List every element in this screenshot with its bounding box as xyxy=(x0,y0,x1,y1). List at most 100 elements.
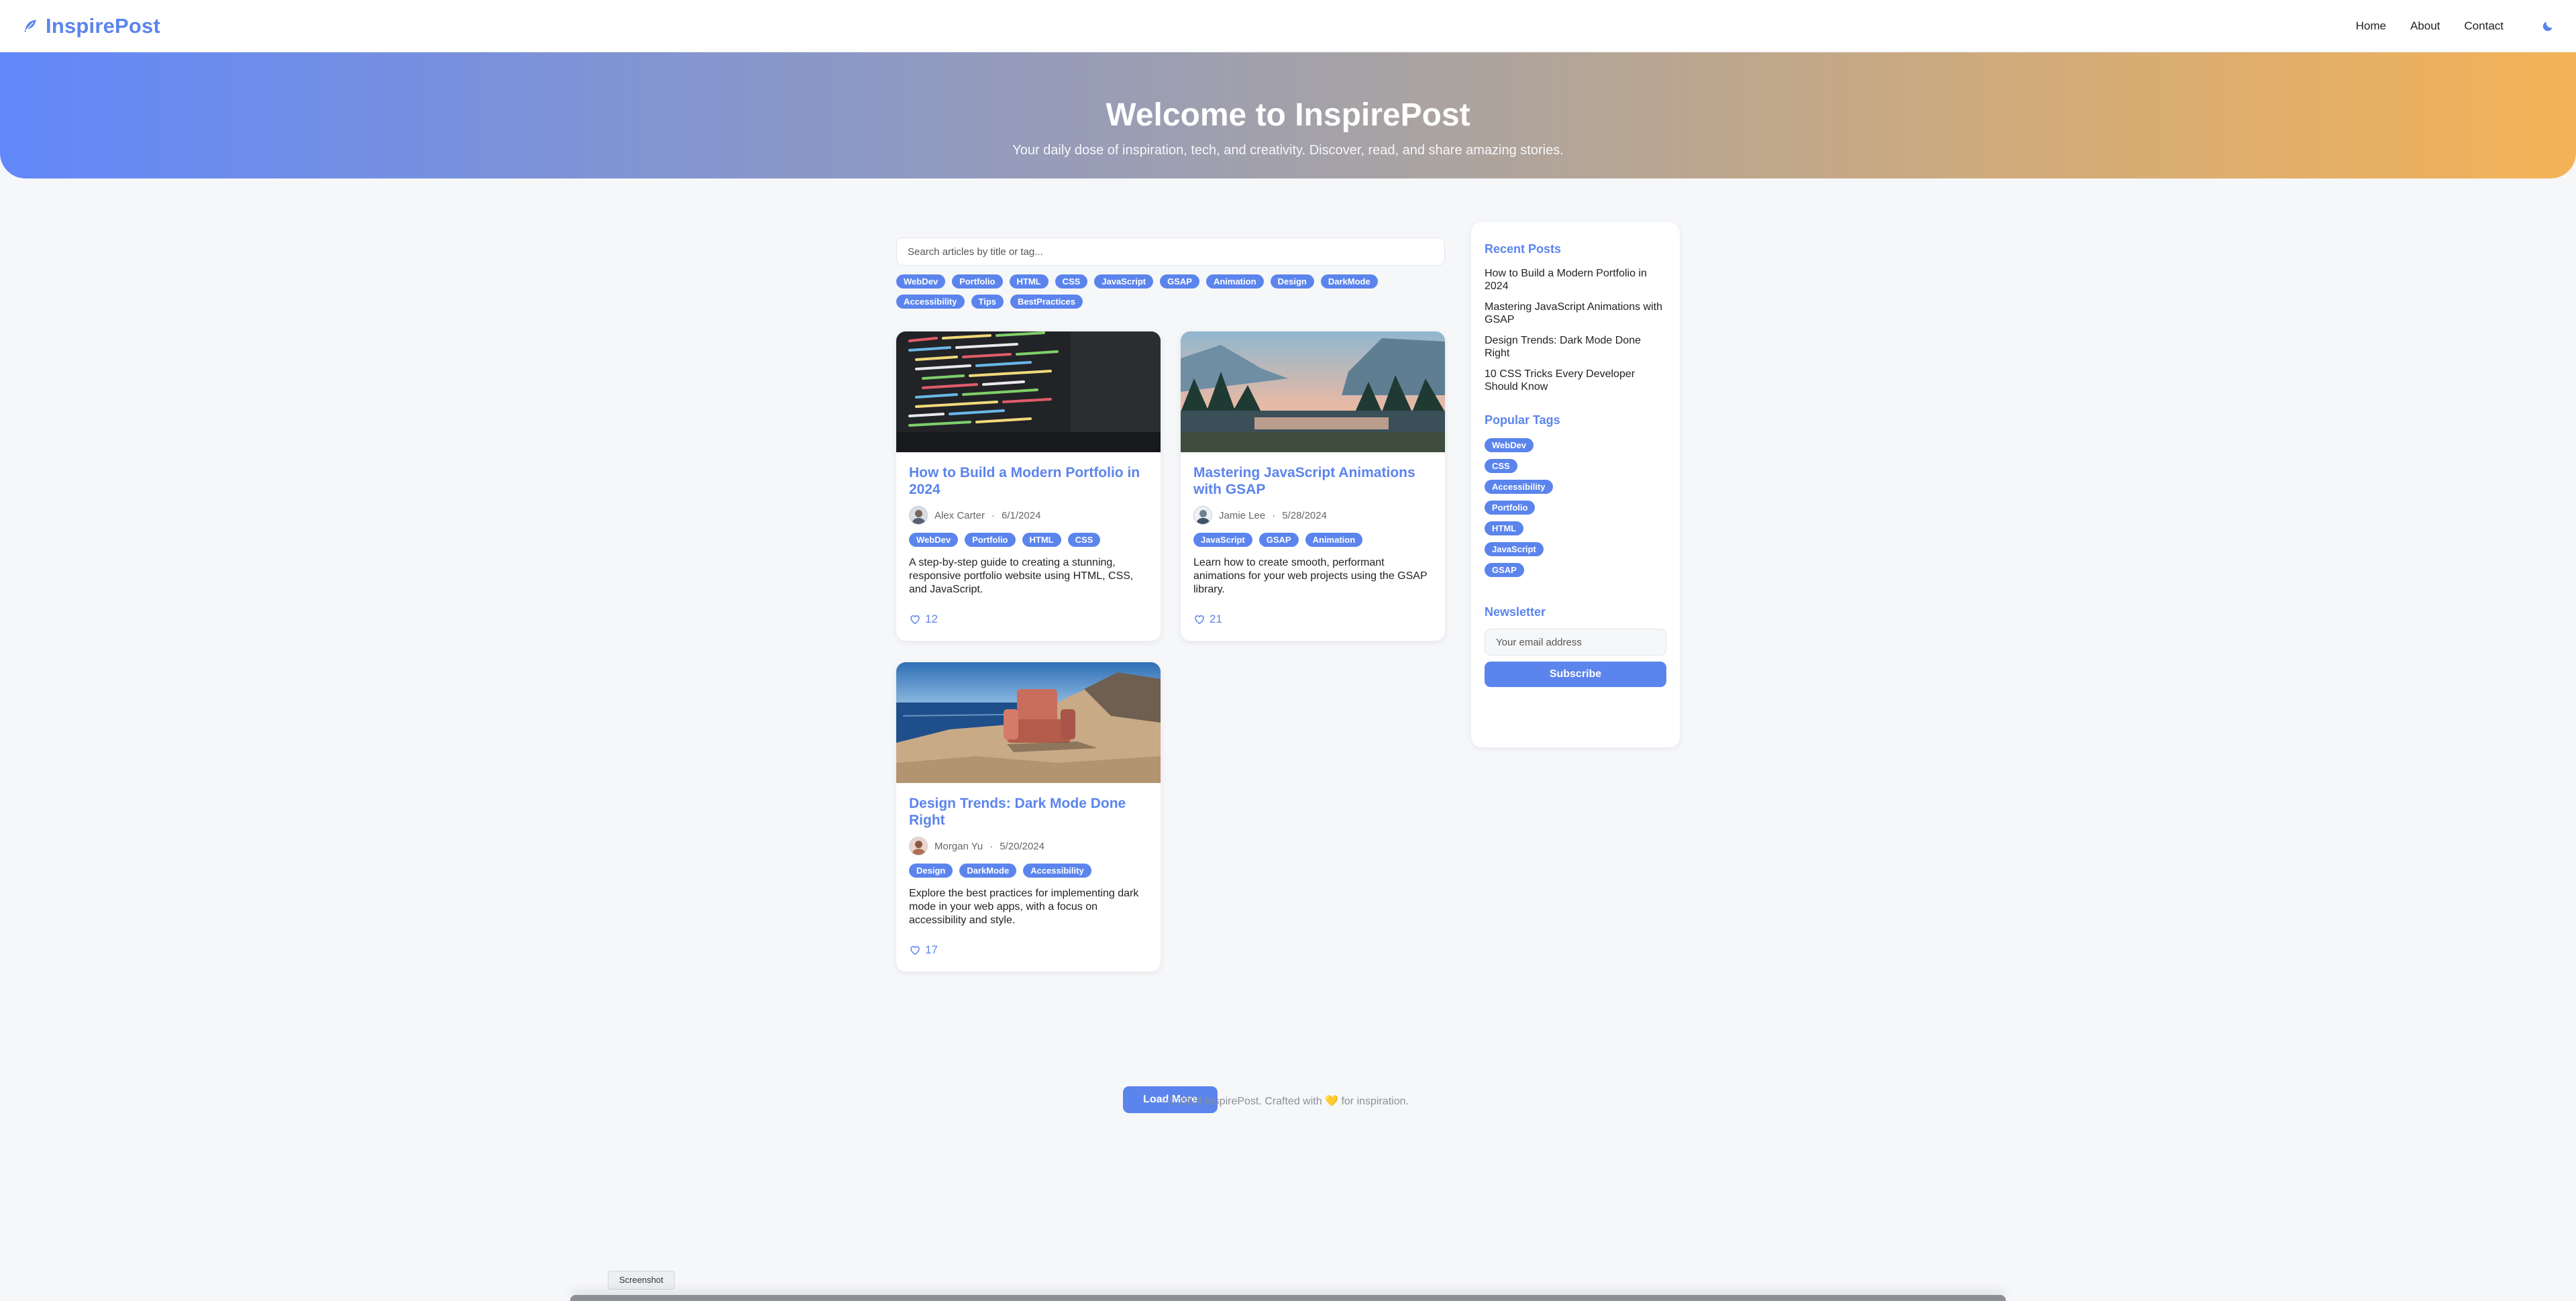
main-content: WebDev Portfolio HTML CSS JavaScript GSA… xyxy=(896,238,1445,1113)
filter-tag-bestpractices[interactable]: BestPractices xyxy=(1010,295,1083,309)
author-avatar xyxy=(909,506,928,525)
hero-banner: Welcome to InspirePost Your daily dose o… xyxy=(0,52,2576,178)
post-title[interactable]: Design Trends: Dark Mode Done Right xyxy=(909,795,1148,829)
post-title[interactable]: How to Build a Modern Portfolio in 2024 xyxy=(909,464,1148,498)
filter-tag-portfolio[interactable]: Portfolio xyxy=(952,274,1003,289)
filter-tag-accessibility[interactable]: Accessibility xyxy=(896,295,965,309)
popular-tag[interactable]: GSAP xyxy=(1485,563,1524,577)
post-grid: How to Build a Modern Portfolio in 2024 … xyxy=(896,331,1445,1113)
subscribe-button[interactable]: Subscribe xyxy=(1485,662,1666,687)
popular-tag[interactable]: Accessibility xyxy=(1485,480,1553,494)
like-count: 21 xyxy=(1210,613,1222,625)
filter-tag-tips[interactable]: Tips xyxy=(971,295,1004,309)
like-count: 17 xyxy=(925,943,938,956)
armchair-seaside-photo xyxy=(896,662,1161,783)
nav-home-link[interactable]: Home xyxy=(2356,19,2386,33)
post-excerpt: Learn how to create smooth, performant a… xyxy=(1193,557,1428,595)
meta-separator: · xyxy=(1272,509,1276,521)
post-tag-list: JavaScript GSAP Animation xyxy=(1193,533,1432,547)
author-name: Jamie Lee xyxy=(1219,509,1266,521)
post-date: 5/20/2024 xyxy=(1000,840,1045,852)
feather-icon xyxy=(24,19,37,32)
post-meta: Alex Carter · 6/1/2024 xyxy=(909,506,1148,525)
post-tag[interactable]: Portfolio xyxy=(965,533,1016,547)
popular-tag[interactable]: HTML xyxy=(1485,521,1524,535)
post-excerpt: A step-by-step guide to creating a stunn… xyxy=(909,557,1134,595)
newsletter-title: Newsletter xyxy=(1485,605,1546,619)
popular-tag[interactable]: WebDev xyxy=(1485,438,1534,452)
heart-icon xyxy=(910,615,920,625)
like-count: 12 xyxy=(925,613,938,625)
filter-tag-animation[interactable]: Animation xyxy=(1205,274,1264,289)
filter-tag-design[interactable]: Design xyxy=(1270,274,1314,289)
like-button[interactable]: 21 xyxy=(1193,613,1432,626)
popular-tag[interactable]: Portfolio xyxy=(1485,501,1536,515)
top-navbar: InspirePost Home About Contact xyxy=(0,0,2576,52)
screenshot-tool-bar xyxy=(570,1295,2006,1301)
post-tag[interactable]: Design xyxy=(909,864,953,878)
author-avatar xyxy=(1193,506,1212,525)
site-footer: © 2024 InspirePost. Crafted with 💛 for i… xyxy=(0,1094,2576,1108)
author-name: Alex Carter xyxy=(934,509,985,521)
logo-text: InspirePost xyxy=(46,13,161,38)
post-tag-list: Design DarkMode Accessibility xyxy=(909,864,1148,878)
recent-post-link[interactable]: 10 CSS Tricks Every Developer Should Kno… xyxy=(1485,368,1666,393)
heart-icon xyxy=(910,946,920,955)
post-tag[interactable]: JavaScript xyxy=(1193,533,1252,547)
filter-tag-webdev[interactable]: WebDev xyxy=(896,274,946,289)
filter-tag-list: WebDev Portfolio HTML CSS JavaScript GSA… xyxy=(896,274,1445,309)
footer-text: © 2024 InspirePost. Crafted with xyxy=(1167,1096,1322,1107)
search-input[interactable] xyxy=(896,238,1445,266)
popular-tags-title: Popular Tags xyxy=(1485,413,1560,427)
recent-post-link[interactable]: Design Trends: Dark Mode Done Right xyxy=(1485,334,1666,360)
like-button[interactable]: 12 xyxy=(909,613,1148,626)
post-tag[interactable]: HTML xyxy=(1022,533,1061,547)
heart-emoji-icon: 💛 xyxy=(1325,1096,1338,1107)
post-title[interactable]: Mastering JavaScript Animations with GSA… xyxy=(1193,464,1432,498)
moon-icon xyxy=(2542,21,2553,31)
hero-subtitle: Your daily dose of inspiration, tech, an… xyxy=(1012,143,1564,158)
theme-toggle-button[interactable] xyxy=(2541,19,2555,33)
popular-tag[interactable]: CSS xyxy=(1485,459,1517,473)
recent-post-link[interactable]: How to Build a Modern Portfolio in 2024 xyxy=(1485,267,1666,293)
popular-tag[interactable]: JavaScript xyxy=(1485,542,1544,556)
screenshot-tool-label[interactable]: Screenshot xyxy=(608,1271,675,1290)
meta-separator: · xyxy=(991,509,996,521)
like-button[interactable]: 17 xyxy=(909,943,1148,957)
recent-posts-title: Recent Posts xyxy=(1485,242,1562,256)
popular-tag-list: WebDev CSS Accessibility Portfolio HTML … xyxy=(1485,438,1666,577)
post-tag[interactable]: GSAP xyxy=(1258,533,1299,547)
author-avatar xyxy=(909,837,928,855)
filter-tag-css[interactable]: CSS xyxy=(1055,274,1088,289)
post-date: 5/28/2024 xyxy=(1282,509,1327,521)
filter-tag-darkmode[interactable]: DarkMode xyxy=(1320,274,1378,289)
post-card[interactable]: Mastering JavaScript Animations with GSA… xyxy=(1181,331,1445,641)
main-nav: Home About Contact xyxy=(2356,19,2555,33)
post-tag[interactable]: Animation xyxy=(1305,533,1363,547)
hero-title: Welcome to InspirePost xyxy=(1106,97,1470,133)
sidebar: Recent Posts How to Build a Modern Portf… xyxy=(1471,222,1680,747)
post-meta: Morgan Yu · 5/20/2024 xyxy=(909,837,1148,855)
post-card[interactable]: Design Trends: Dark Mode Done Right Morg… xyxy=(896,662,1161,972)
meta-separator: · xyxy=(989,840,994,852)
heart-icon xyxy=(1195,615,1204,625)
newsletter-email-field[interactable] xyxy=(1485,629,1666,656)
footer-text-end: for inspiration. xyxy=(1341,1096,1409,1107)
filter-tag-gsap[interactable]: GSAP xyxy=(1160,274,1199,289)
recent-posts-list: How to Build a Modern Portfolio in 2024 … xyxy=(1485,267,1666,393)
filter-tag-html[interactable]: HTML xyxy=(1009,274,1049,289)
post-tag-list: WebDev Portfolio HTML CSS xyxy=(909,533,1148,547)
post-tag[interactable]: Accessibility xyxy=(1023,864,1091,878)
post-tag[interactable]: CSS xyxy=(1067,533,1101,547)
nav-contact-link[interactable]: Contact xyxy=(2464,19,2504,33)
post-card[interactable]: How to Build a Modern Portfolio in 2024 … xyxy=(896,331,1161,641)
filter-tag-javascript[interactable]: JavaScript xyxy=(1094,274,1154,289)
author-name: Morgan Yu xyxy=(934,840,983,852)
recent-post-link[interactable]: Mastering JavaScript Animations with GSA… xyxy=(1485,301,1666,326)
post-tag[interactable]: WebDev xyxy=(909,533,959,547)
mountain-valley-photo xyxy=(1181,331,1445,452)
nav-about-link[interactable]: About xyxy=(2410,19,2440,33)
post-tag[interactable]: DarkMode xyxy=(959,864,1017,878)
site-logo[interactable]: InspirePost xyxy=(21,14,160,38)
code-screen-photo xyxy=(896,331,1161,452)
